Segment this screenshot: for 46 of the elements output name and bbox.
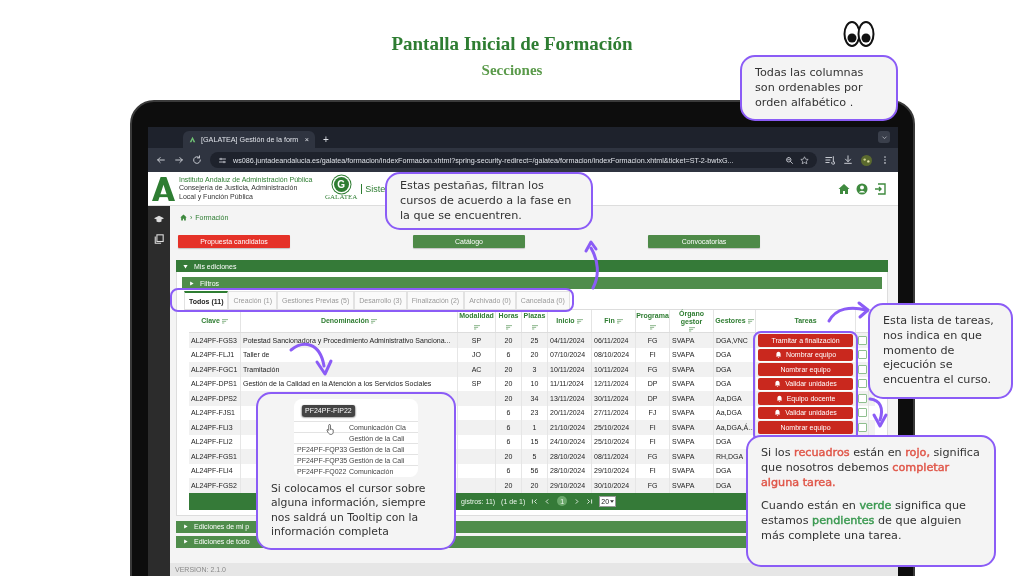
callout-text: Si los recuadros están en rojo, significa que nosotros debemos completar alguna tarea.: [761, 446, 981, 491]
org-logo: [152, 176, 175, 201]
bell-icon: [774, 380, 782, 388]
bell-icon: [774, 409, 782, 417]
media-icon[interactable]: [825, 155, 835, 165]
callout-text: Esta lista de tareas, nos indica en que momento de ejecución se encuentra el curso.: [883, 314, 995, 388]
tab-list-button[interactable]: [878, 131, 890, 143]
pager-icon[interactable]: [573, 497, 581, 505]
zoom-icon[interactable]: [785, 155, 794, 165]
row-checkbox[interactable]: [857, 350, 867, 360]
slide-subtitle: Secciones: [481, 62, 543, 78]
row-checkbox[interactable]: [857, 422, 867, 432]
row-checkbox[interactable]: [857, 393, 867, 403]
home-icon[interactable]: [180, 213, 187, 221]
back-icon[interactable]: [156, 155, 166, 165]
curved-arrow: [584, 240, 599, 290]
eyes-icon: [843, 20, 875, 48]
reload-icon[interactable]: [192, 155, 202, 165]
pager-icon[interactable]: [586, 497, 594, 505]
new-tab-button[interactable]: +: [323, 131, 329, 148]
chevron-icon: [880, 133, 888, 141]
star-icon[interactable]: [800, 155, 809, 165]
site-settings-icon[interactable]: [218, 155, 227, 165]
forward-icon[interactable]: [174, 155, 184, 165]
bell-icon: [775, 394, 783, 402]
logout-icon[interactable]: [874, 182, 886, 195]
logo-badge: G: [333, 176, 349, 192]
caret-icon: [610, 499, 615, 503]
row-checkbox[interactable]: [857, 335, 867, 345]
slide-title: Pantalla Inicial de Formación: [391, 33, 633, 55]
pager-icon[interactable]: [531, 497, 539, 505]
callout-text: Estas pestañas, filtran los cursos de acuerdo a la fase en la que se encuentren.: [400, 179, 573, 224]
user-icon[interactable]: [856, 182, 868, 195]
avatar-icon[interactable]: [861, 154, 872, 166]
home-icon[interactable]: [838, 182, 850, 195]
callout-text: Todas las columnas son ordenables por orden alfabético .: [755, 66, 865, 111]
graduation-cap-icon[interactable]: [154, 214, 164, 224]
row-checkbox[interactable]: [857, 408, 867, 418]
row-checkbox[interactable]: [857, 364, 867, 374]
copy-icon[interactable]: [154, 234, 164, 244]
download-icon[interactable]: [843, 155, 853, 165]
bell-icon: [774, 351, 782, 359]
row-checkbox[interactable]: [857, 379, 867, 389]
hand-cursor-icon: [326, 424, 335, 435]
app-icon: [189, 136, 196, 143]
curved-arrow: [868, 397, 888, 428]
